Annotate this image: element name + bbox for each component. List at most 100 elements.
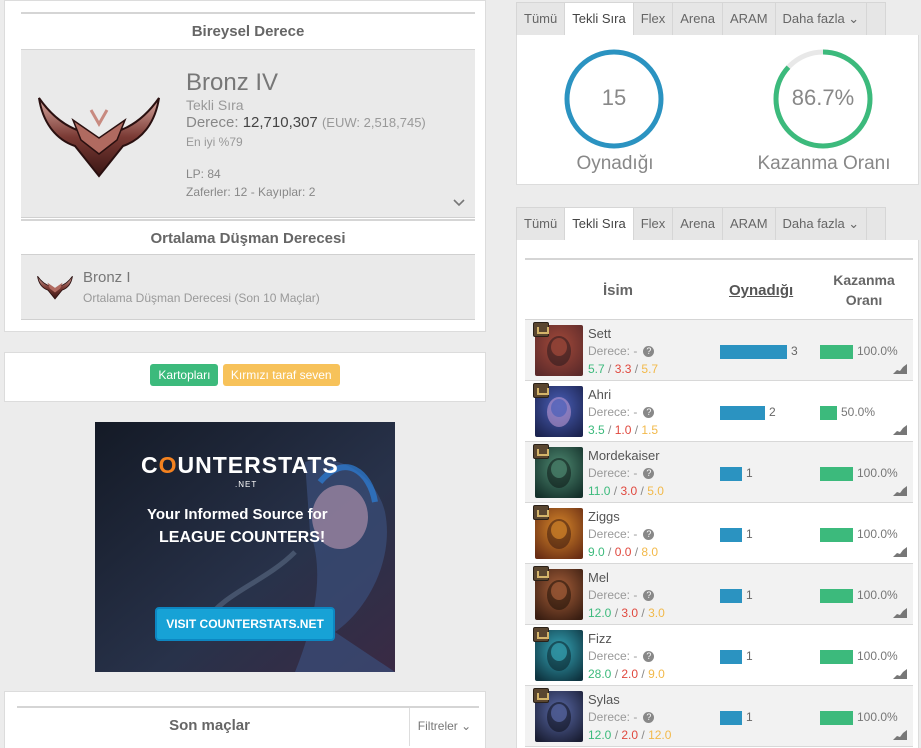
kda-deaths: 3.0 — [620, 484, 638, 498]
trend-chart-icon[interactable] — [893, 669, 907, 679]
champion-row[interactable]: Fizz Derece: -? 28.0 / 2.0 / 9.0 1 100.0% — [525, 625, 913, 686]
rank-badge-icon — [533, 383, 549, 398]
ad-headline-1: Your Informed Source for — [147, 506, 328, 523]
champion-row[interactable]: Mel Derece: -? 12.0 / 3.0 / 3.0 1 100.0% — [525, 564, 913, 625]
tier-name: Bronz IV — [186, 69, 279, 96]
counterstats-logo: COUNTERSTATS — [141, 452, 339, 478]
question-icon[interactable]: ? — [643, 346, 655, 358]
question-icon[interactable]: ? — [643, 407, 655, 419]
header-played[interactable]: Oynadığı — [729, 282, 793, 299]
games-played-label: Oynadığı — [576, 153, 654, 174]
tab-2[interactable]: Flex — [634, 208, 674, 240]
trend-chart-icon[interactable] — [893, 608, 907, 618]
question-icon[interactable]: ? — [643, 468, 655, 480]
filters-dropdown[interactable]: Filtreler ⌄ — [409, 708, 479, 746]
tab-2[interactable]: Flex — [634, 3, 674, 35]
advertisement-banner[interactable]: COUNTERSTATS .NET Your Informed Source f… — [95, 422, 395, 672]
trend-chart-icon[interactable] — [893, 547, 907, 557]
trend-chart-icon[interactable] — [893, 486, 907, 496]
tab-1[interactable]: Tekli Sıra — [565, 208, 634, 240]
played-bar — [720, 528, 742, 542]
tab-3[interactable]: Arena — [673, 208, 723, 240]
question-icon[interactable]: ? — [643, 712, 655, 724]
rank-badge-icon — [533, 688, 549, 703]
champion-name[interactable]: Sylas — [588, 692, 620, 707]
ladder-rank-label: Derece: — [186, 114, 239, 131]
winrate-bar — [820, 406, 837, 420]
winrate-bar — [820, 589, 853, 603]
champion-row[interactable]: Mordekaiser Derece: -? 11.0 / 3.0 / 5.0 1 10… — [525, 442, 913, 503]
tag-red-side[interactable]: Kırmızı taraf seven — [222, 364, 340, 386]
played-count: 3 — [791, 344, 798, 358]
top-percent: En iyi %79 — [186, 135, 243, 149]
winrate-bar — [820, 528, 853, 542]
played-bar — [720, 467, 742, 481]
champion-row[interactable]: Sett Derece: -? 5.7 / 3.3 / 5.7 3 100.0% — [525, 320, 913, 381]
kda-deaths: 3.3 — [614, 362, 632, 376]
header-winrate[interactable]: Kazanma Oranı — [821, 270, 907, 310]
played-count: 1 — [746, 649, 753, 663]
enemy-rank-title: Ortalama Düşman Derecesi — [21, 219, 475, 257]
champion-kda: 9.0 / 0.0 / 8.0 — [588, 545, 659, 559]
tab-0[interactable]: Tümü — [517, 3, 566, 35]
played-bar — [720, 711, 742, 725]
champion-name[interactable]: Ziggs — [588, 509, 620, 524]
kda-assists: 8.0 — [641, 545, 659, 559]
ad-cta-button[interactable]: VISIT COUNTERSTATS.NET — [155, 607, 335, 641]
kda-kills: 28.0 — [588, 667, 612, 681]
tab-0[interactable]: Tümü — [517, 208, 566, 240]
champion-rank-text: Derece: - — [588, 710, 638, 724]
champion-row[interactable]: Ziggs Derece: -? 9.0 / 0.0 / 8.0 1 100.0% — [525, 503, 913, 564]
league-points: LP: 84 — [186, 167, 221, 181]
tab-4[interactable]: ARAM — [723, 208, 776, 240]
rank-summary[interactable]: Bronz IV Tekli Sıra Derece: 12,710,307 (… — [21, 50, 475, 218]
champion-kda: 5.7 / 3.3 / 5.7 — [588, 362, 659, 376]
rank-badge-icon — [533, 566, 549, 581]
winrate-value: 86.7% — [791, 85, 855, 110]
tab-3[interactable]: Arena — [673, 3, 723, 35]
trend-chart-icon[interactable] — [893, 364, 907, 374]
question-icon[interactable]: ? — [643, 529, 655, 541]
trend-chart-icon[interactable] — [893, 425, 907, 435]
champion-row[interactable]: Ahri Derece: -? 3.5 / 1.0 / 1.5 2 50.0% — [525, 381, 913, 442]
champion-rank: Derece: -? — [588, 649, 655, 663]
champion-name[interactable]: Ahri — [588, 387, 611, 402]
champion-name[interactable]: Sett — [588, 326, 611, 341]
champion-rank: Derece: -? — [588, 588, 655, 602]
champion-rank-text: Derece: - — [588, 344, 638, 358]
question-icon[interactable]: ? — [643, 590, 655, 602]
champion-rank-text: Derece: - — [588, 649, 638, 663]
tab-1[interactable]: Tekli Sıra — [565, 3, 634, 35]
tab-4[interactable]: ARAM — [723, 3, 776, 35]
counterstats-logo-sub: .NET — [235, 480, 258, 489]
tag-snowballs[interactable]: Kartopları — [150, 364, 219, 386]
winrate-text: 50.0% — [841, 405, 876, 419]
question-icon[interactable]: ? — [643, 651, 655, 663]
recent-matches-header: Son maçlar Filtreler ⌄ — [17, 706, 479, 746]
rank-badge-icon — [533, 505, 549, 520]
champion-kda: 28.0 / 2.0 / 9.0 — [588, 667, 665, 681]
chevron-down-icon[interactable] — [452, 198, 466, 208]
played-bar — [720, 650, 742, 664]
kda-kills: 9.0 — [588, 545, 605, 559]
tab-5[interactable]: Daha fazla ⌄ — [776, 3, 868, 35]
winrate-text: 100.0% — [857, 344, 898, 358]
played-bar — [720, 406, 765, 420]
kda-kills: 12.0 — [588, 728, 612, 742]
champion-name[interactable]: Mel — [588, 570, 609, 585]
champion-name[interactable]: Mordekaiser — [588, 448, 660, 463]
rank-badge-icon — [533, 444, 549, 459]
champion-row[interactable]: Sylas Derece: -? 12.0 / 2.0 / 12.0 1 100.0% — [525, 686, 913, 747]
tab-5[interactable]: Daha fazla ⌄ — [776, 208, 868, 240]
enemy-rank-caption: Ortalama Düşman Derecesi (Son 10 Maçlar) — [83, 291, 320, 305]
champion-name[interactable]: Fizz — [588, 631, 612, 646]
kda-deaths: 0.0 — [614, 545, 632, 559]
winrate-text: 100.0% — [857, 527, 898, 541]
kda-kills: 12.0 — [588, 606, 612, 620]
champion-kda: 3.5 / 1.0 / 1.5 — [588, 423, 659, 437]
kda-assists: 9.0 — [648, 667, 665, 681]
winrate-bar — [820, 345, 853, 359]
trend-chart-icon[interactable] — [893, 730, 907, 740]
header-name[interactable]: İsim — [603, 282, 633, 299]
champion-table: İsim Oynadığı Kazanma Oranı Sett Derece: … — [525, 258, 913, 747]
